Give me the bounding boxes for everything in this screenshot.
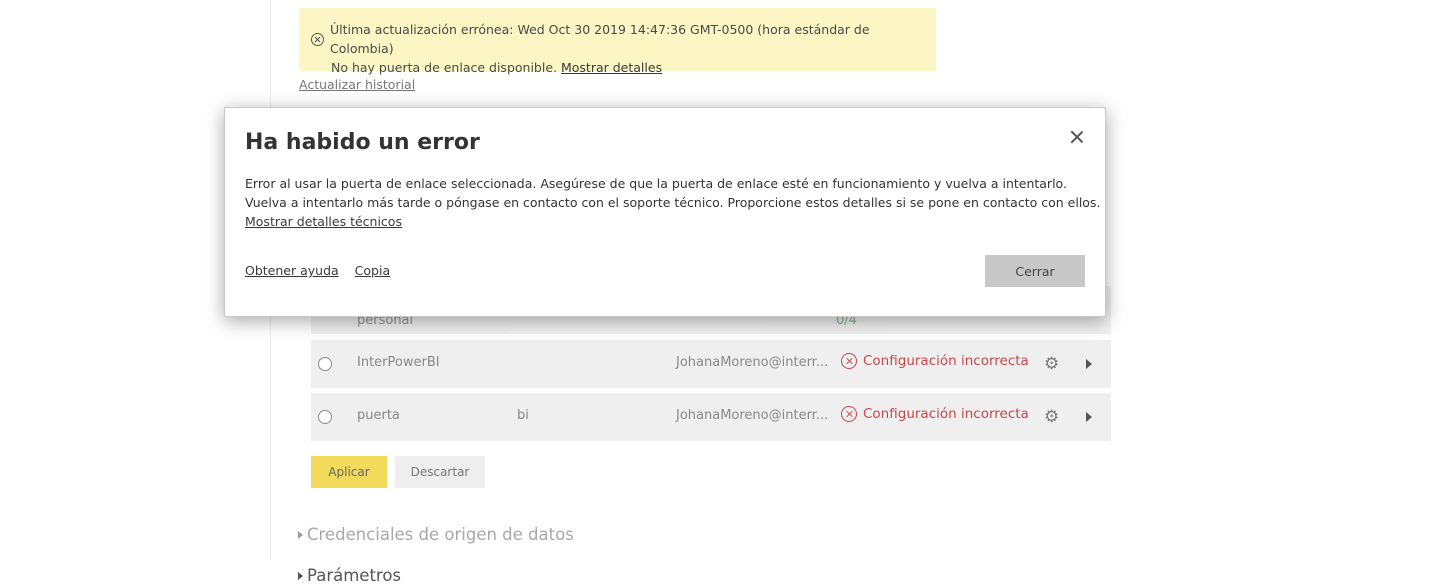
- dialog-message-line-1: Error al usar la puerta de enlace selecc…: [245, 176, 1067, 191]
- banner-error-text: Última actualización errónea: Wed Oct 30…: [330, 22, 870, 56]
- close-button[interactable]: Cerrar: [985, 255, 1085, 287]
- copy-link[interactable]: Copia: [355, 263, 390, 278]
- gateway-name: puerta: [357, 408, 400, 423]
- refresh-error-banner: Última actualización errónea: Wed Oct 30…: [299, 8, 936, 75]
- gateway-owner: JohanaMoreno@interr...: [676, 408, 829, 423]
- show-details-link[interactable]: Mostrar detalles: [561, 60, 662, 75]
- gateway-workspace: bi: [517, 408, 529, 423]
- apply-button[interactable]: Aplicar: [311, 456, 387, 488]
- gateway-status: Configuración incorrecta: [841, 353, 1029, 369]
- gear-icon[interactable]: ⚙: [1044, 407, 1059, 427]
- dialog-message-line-2: Vuelva a intentarlo más tarde o póngase …: [245, 195, 1101, 210]
- section-title: Credenciales de origen de datos: [307, 525, 574, 544]
- error-circle-icon: [311, 32, 324, 46]
- gear-icon[interactable]: ⚙: [1044, 354, 1059, 374]
- gateway-radio[interactable]: [318, 410, 332, 424]
- gateway-owner: JohanaMoreno@interr...: [676, 355, 829, 370]
- banner-no-gateway-text: No hay puerta de enlace disponible.: [331, 60, 557, 75]
- show-technical-details-link[interactable]: Mostrar detalles técnicos: [245, 214, 402, 229]
- dialog-title: Ha habido un error: [245, 130, 480, 155]
- close-icon[interactable]: [1068, 128, 1086, 146]
- banner-line-2: No hay puerta de enlace disponible. Most…: [311, 58, 924, 77]
- gateway-radio[interactable]: [318, 357, 332, 371]
- dialog-links: Obtener ayuda Copia: [245, 263, 390, 278]
- expand-triangle-icon: [298, 571, 303, 580]
- discard-button[interactable]: Descartar: [395, 456, 485, 488]
- expand-caret-icon[interactable]: [1086, 412, 1092, 422]
- refresh-history-link[interactable]: Actualizar historial: [299, 77, 415, 92]
- gateway-row[interactable]: puerta bi JohanaMoreno@interr... Configu…: [311, 393, 1111, 441]
- expand-triangle-icon: [298, 530, 303, 539]
- gateway-status: Configuración incorrecta: [841, 406, 1029, 422]
- section-title: Parámetros: [307, 566, 402, 585]
- expand-caret-icon[interactable]: [1086, 359, 1092, 369]
- gateway-status-text: Configuración incorrecta: [863, 353, 1029, 369]
- banner-line-1: Última actualización errónea: Wed Oct 30…: [311, 20, 924, 58]
- dialog-message: Error al usar la puerta de enlace selecc…: [245, 174, 1101, 231]
- section-data-source-credentials[interactable]: Credenciales de origen de datos: [298, 525, 574, 544]
- gateway-name: InterPowerBI: [357, 355, 440, 370]
- get-help-link[interactable]: Obtener ayuda: [245, 263, 339, 278]
- error-dialog: Ha habido un error Error al usar la puer…: [224, 107, 1106, 317]
- gateway-status-text: Configuración incorrecta: [863, 406, 1029, 422]
- error-circle-icon: [841, 353, 857, 369]
- gateway-row[interactable]: InterPowerBI JohanaMoreno@interr... Conf…: [311, 340, 1111, 388]
- section-parameters[interactable]: Parámetros: [298, 566, 401, 585]
- error-circle-icon: [841, 406, 857, 422]
